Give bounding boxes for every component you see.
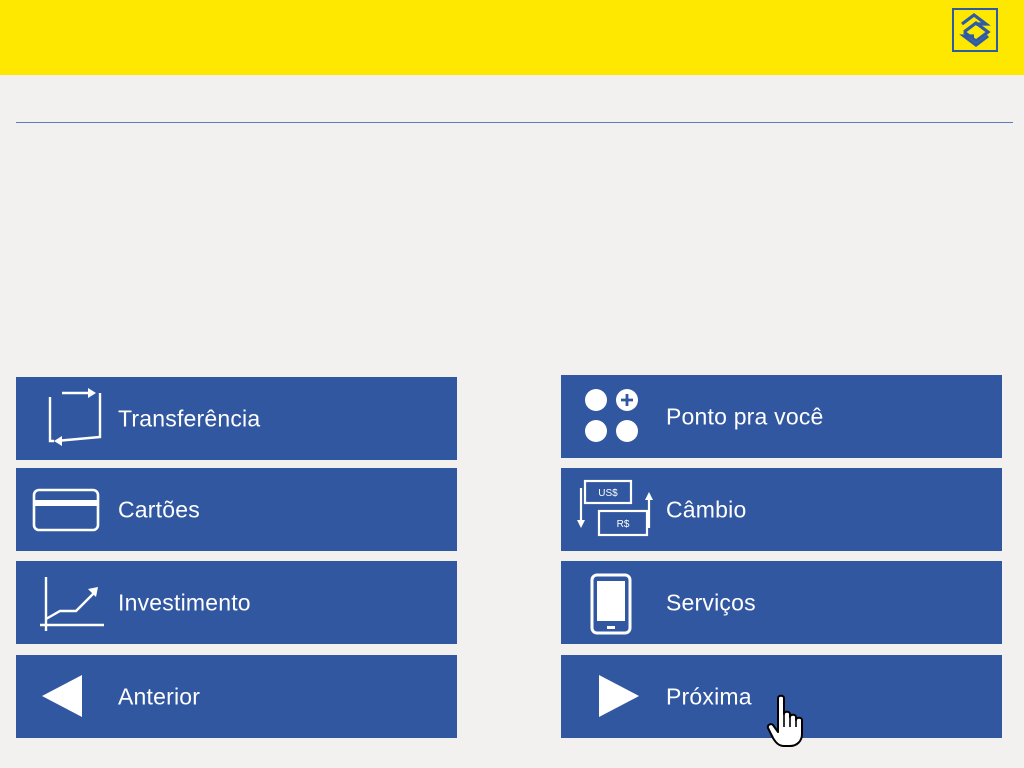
growth-chart-icon: [40, 577, 104, 631]
cambio-label: Câmbio: [666, 496, 747, 522]
points-icon: [585, 389, 638, 442]
arrow-right-icon: [599, 675, 639, 717]
transferencia-label: Transferência: [118, 405, 261, 431]
top-header-bar: [0, 0, 1024, 75]
transferencia-button[interactable]: Transferência: [16, 377, 457, 460]
ponto-pra-voce-button[interactable]: Ponto pra você: [561, 375, 1002, 458]
investimento-label: Investimento: [118, 589, 251, 615]
proxima-label: Próxima: [666, 683, 752, 709]
mobile-device-icon: [590, 573, 632, 635]
ponto-pra-voce-label: Ponto pra você: [666, 403, 824, 429]
anterior-button[interactable]: Anterior: [16, 655, 457, 738]
arrow-left-icon: [42, 675, 82, 717]
transfer-icon: [48, 388, 102, 446]
header-divider: [16, 122, 1013, 123]
investimento-button[interactable]: Investimento: [16, 561, 457, 644]
cartoes-label: Cartões: [118, 496, 200, 522]
currency-exchange-icon: US$ R$: [577, 479, 653, 537]
hand-pointer-cursor-icon: [766, 694, 803, 747]
anterior-label: Anterior: [118, 683, 201, 709]
brl-text: R$: [617, 519, 630, 530]
bb-logo-icon: [952, 8, 998, 52]
usd-text: US$: [598, 488, 618, 499]
cambio-button[interactable]: US$ R$ Câmbio: [561, 468, 1002, 551]
card-icon: [32, 488, 100, 532]
cartoes-button[interactable]: Cartões: [16, 468, 457, 551]
servicos-label: Serviços: [666, 589, 756, 615]
servicos-button[interactable]: Serviços: [561, 561, 1002, 644]
